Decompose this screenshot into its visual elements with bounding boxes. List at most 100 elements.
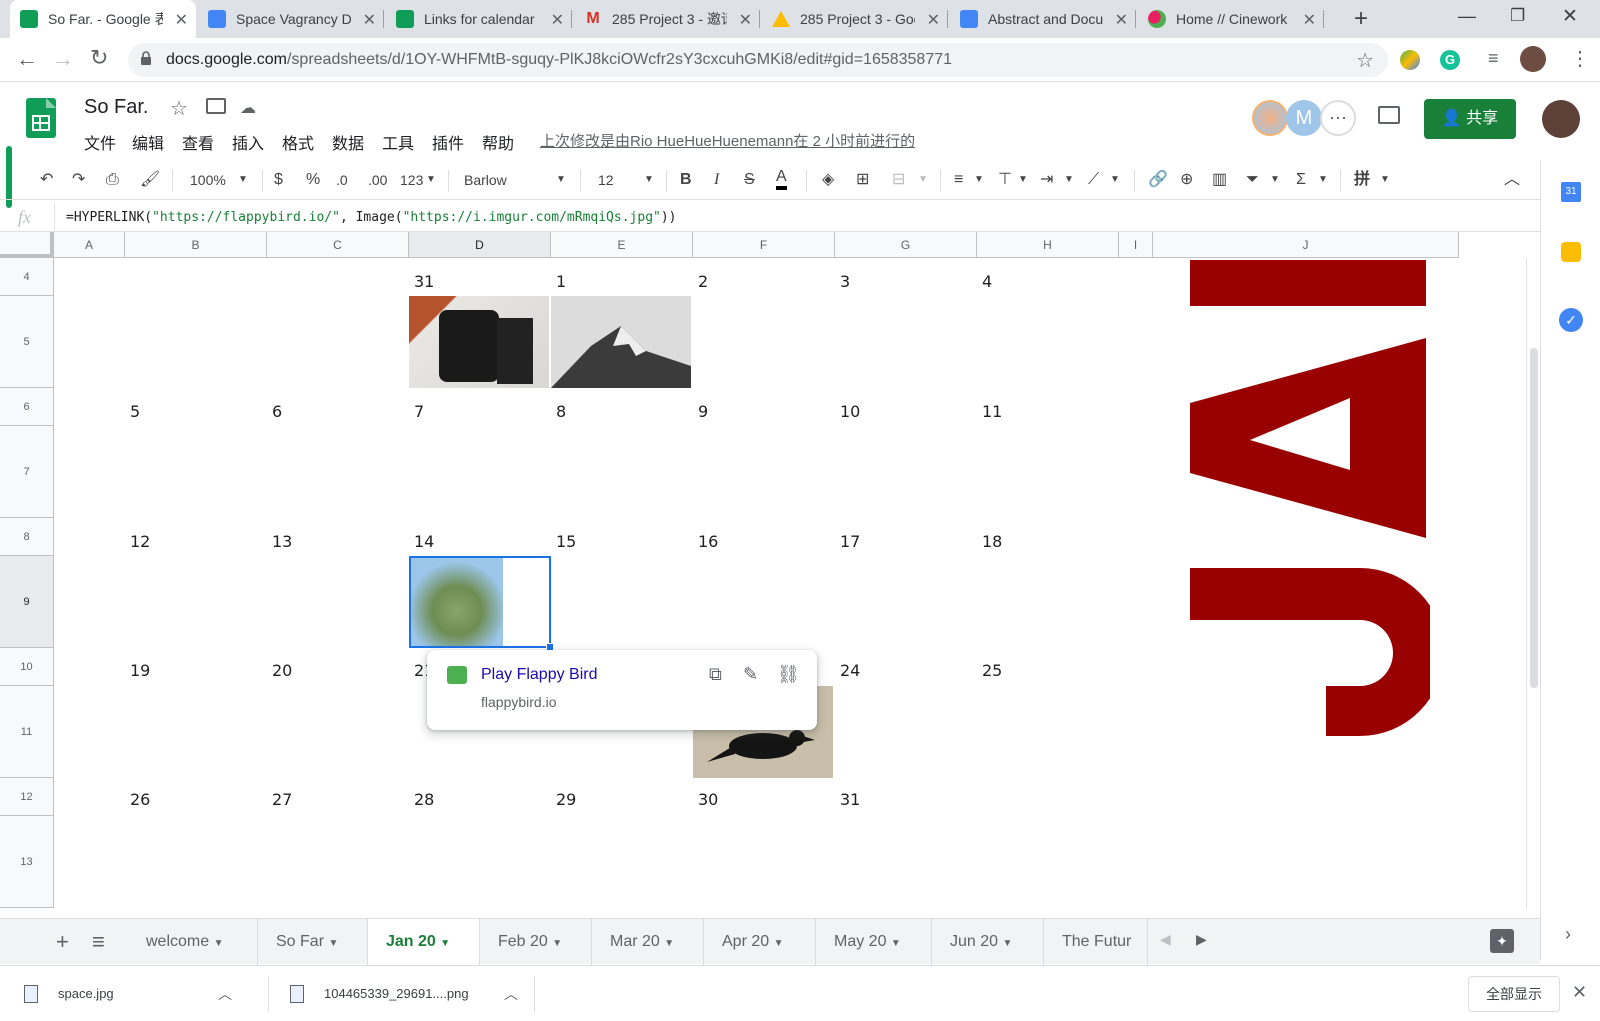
functions-icon[interactable]: Σ (1296, 168, 1306, 192)
row-header-8[interactable]: 8 (0, 518, 54, 556)
scroll-tabs-right-icon[interactable]: ▶ (1196, 931, 1207, 948)
increase-decimal-button[interactable]: .00 (368, 168, 387, 192)
link-title[interactable]: Play Flappy Bird (481, 666, 598, 684)
sheet-tab[interactable]: The Futur (1044, 919, 1148, 965)
download-item[interactable]: 104465339_29691....png ︿ (290, 966, 530, 1021)
browser-tab[interactable]: Abstract and Docu ✕ (950, 0, 1136, 38)
download-item[interactable]: space.jpg ︿ (24, 966, 264, 1021)
chevron-down-icon[interactable]: ▼ (1380, 168, 1390, 192)
vertical-align-icon[interactable]: ⊤ (998, 168, 1012, 192)
selected-cell-d9[interactable] (409, 556, 554, 651)
row-header-12[interactable]: 12 (0, 778, 54, 816)
sheet-tab[interactable]: So Far ▼ (258, 919, 368, 965)
chevron-down-icon[interactable]: ▼ (1064, 168, 1074, 192)
column-header-j[interactable]: J (1153, 232, 1459, 258)
move-folder-icon[interactable] (206, 98, 226, 114)
row-header-13[interactable]: 13 (0, 816, 54, 908)
row-header-6[interactable]: 6 (0, 388, 54, 426)
italic-icon[interactable]: I (714, 168, 719, 192)
back-arrow-icon[interactable]: ← (16, 46, 38, 72)
close-tab-icon[interactable]: ✕ (927, 10, 940, 30)
more-formats-button[interactable]: 123 (400, 168, 423, 192)
browser-tab[interactable]: Links for calendar ✕ (386, 0, 572, 38)
column-header-f[interactable]: F (693, 232, 835, 258)
text-rotation-icon[interactable]: ⟋ (1088, 168, 1099, 192)
percent-button[interactable]: % (306, 168, 320, 192)
column-header-a[interactable]: A (54, 232, 125, 258)
close-shelf-icon[interactable]: ✕ (1572, 982, 1587, 1003)
chevron-up-icon[interactable]: ︿ (504, 984, 518, 1004)
browser-menu-icon[interactable]: ⋮ (1570, 46, 1590, 71)
chevron-up-icon[interactable]: ︿ (218, 984, 232, 1004)
explore-icon[interactable]: ✦ (1490, 929, 1514, 953)
menu-data[interactable]: 数据 (332, 130, 364, 154)
redo-icon[interactable]: ↷ (72, 168, 85, 192)
row-header-5[interactable]: 5 (0, 296, 54, 388)
column-header-i[interactable]: I (1119, 232, 1153, 258)
vertical-scrollbar[interactable] (1526, 258, 1540, 908)
row-header-11[interactable]: 11 (0, 686, 54, 778)
minimize-window-icon[interactable]: — (1458, 6, 1476, 27)
row-header-4[interactable]: 4 (0, 258, 54, 296)
close-tab-icon[interactable]: ✕ (1115, 10, 1128, 30)
edit-link-icon[interactable]: ✎ (743, 664, 758, 685)
close-tab-icon[interactable]: ✕ (363, 10, 376, 30)
sheet-tab[interactable]: Apr 20 ▼ (704, 919, 816, 965)
grammarly-icon[interactable]: G (1440, 50, 1460, 70)
browser-tab[interactable]: Home // Cinework ✕ (1138, 0, 1324, 38)
chevron-down-icon[interactable]: ▼ (1318, 168, 1328, 192)
scroll-tabs-left-icon[interactable]: ◀ (1160, 931, 1171, 948)
formula-input[interactable]: =HYPERLINK("https://flappybird.io/", Ima… (66, 210, 677, 225)
close-tab-icon[interactable]: ✕ (739, 10, 752, 30)
mountain-photo[interactable] (551, 296, 691, 388)
decrease-decimal-button[interactable]: .0 (336, 168, 348, 192)
sheet-tab[interactable]: Mar 20 ▼ (592, 919, 704, 965)
sheet-tab[interactable]: May 20 ▼ (816, 919, 932, 965)
chevron-down-icon[interactable]: ▼ (918, 168, 928, 192)
copy-link-icon[interactable]: ⧉ (709, 664, 722, 685)
sheet-tab[interactable]: Feb 20 ▼ (480, 919, 592, 965)
new-tab-icon[interactable]: + (1354, 5, 1368, 33)
close-tab-icon[interactable]: ✕ (175, 10, 188, 30)
close-tab-icon[interactable]: ✕ (1303, 10, 1316, 30)
close-window-icon[interactable]: ✕ (1562, 5, 1578, 28)
fill-color-icon[interactable]: ◈ (822, 168, 834, 192)
currency-button[interactable]: $ (274, 168, 283, 192)
menu-view[interactable]: 查看 (182, 130, 214, 154)
column-header-h[interactable]: H (977, 232, 1119, 258)
doc-title[interactable]: So Far. (84, 96, 148, 119)
browser-tab[interactable]: 285 Project 3 - Goo ✕ (762, 0, 948, 38)
paint-format-icon[interactable]: 🖌 (140, 168, 160, 192)
url-field[interactable]: docs.google.com/spreadsheets/d/1OY-WHFMt… (128, 43, 1388, 77)
text-color-icon[interactable]: A (776, 168, 787, 190)
browser-tab[interactable]: So Far. - Google 表 ✕ (10, 0, 196, 38)
merge-cells-icon[interactable]: ⊟ (892, 168, 905, 192)
menu-file[interactable]: 文件 (84, 130, 116, 154)
profile-avatar[interactable] (1520, 46, 1546, 72)
chevron-down-icon[interactable]: ▼ (974, 168, 984, 192)
menu-insert[interactable]: 插入 (232, 130, 264, 154)
column-header-b[interactable]: B (125, 232, 267, 258)
tree-photo[interactable] (411, 558, 503, 646)
collaborator-avatar[interactable]: M (1286, 100, 1322, 136)
sheet-tab[interactable]: Jun 20 ▼ (932, 919, 1044, 965)
sheet-tab-active[interactable]: Jan 20 ▼ (368, 919, 480, 965)
print-icon[interactable]: ⎙ (106, 168, 119, 192)
browser-tab[interactable]: M 285 Project 3 - 邀请 ✕ (574, 0, 760, 38)
zoom-select[interactable]: 100% (190, 168, 226, 192)
insert-comment-icon[interactable]: ⊕ (1180, 168, 1193, 192)
strikethrough-icon[interactable]: S (744, 168, 755, 192)
calendar-icon[interactable]: 31 (1561, 182, 1581, 202)
insert-chart-icon[interactable]: ▥ (1212, 168, 1227, 192)
font-size-select[interactable]: 12 (598, 168, 614, 192)
add-sheet-icon[interactable]: + (56, 929, 69, 955)
font-select[interactable]: Barlow (464, 168, 507, 192)
collapse-menus-icon[interactable]: ︿ (1504, 168, 1520, 192)
column-header-d[interactable]: D (409, 232, 551, 258)
menu-addons[interactable]: 插件 (432, 130, 464, 154)
clothes-photo[interactable] (409, 296, 549, 388)
forward-arrow-icon[interactable]: → (52, 46, 74, 72)
chevron-down-icon[interactable]: ▼ (1270, 168, 1280, 192)
sheets-logo-icon[interactable] (26, 98, 56, 138)
more-viewers-icon[interactable]: ⋯ (1320, 100, 1356, 136)
